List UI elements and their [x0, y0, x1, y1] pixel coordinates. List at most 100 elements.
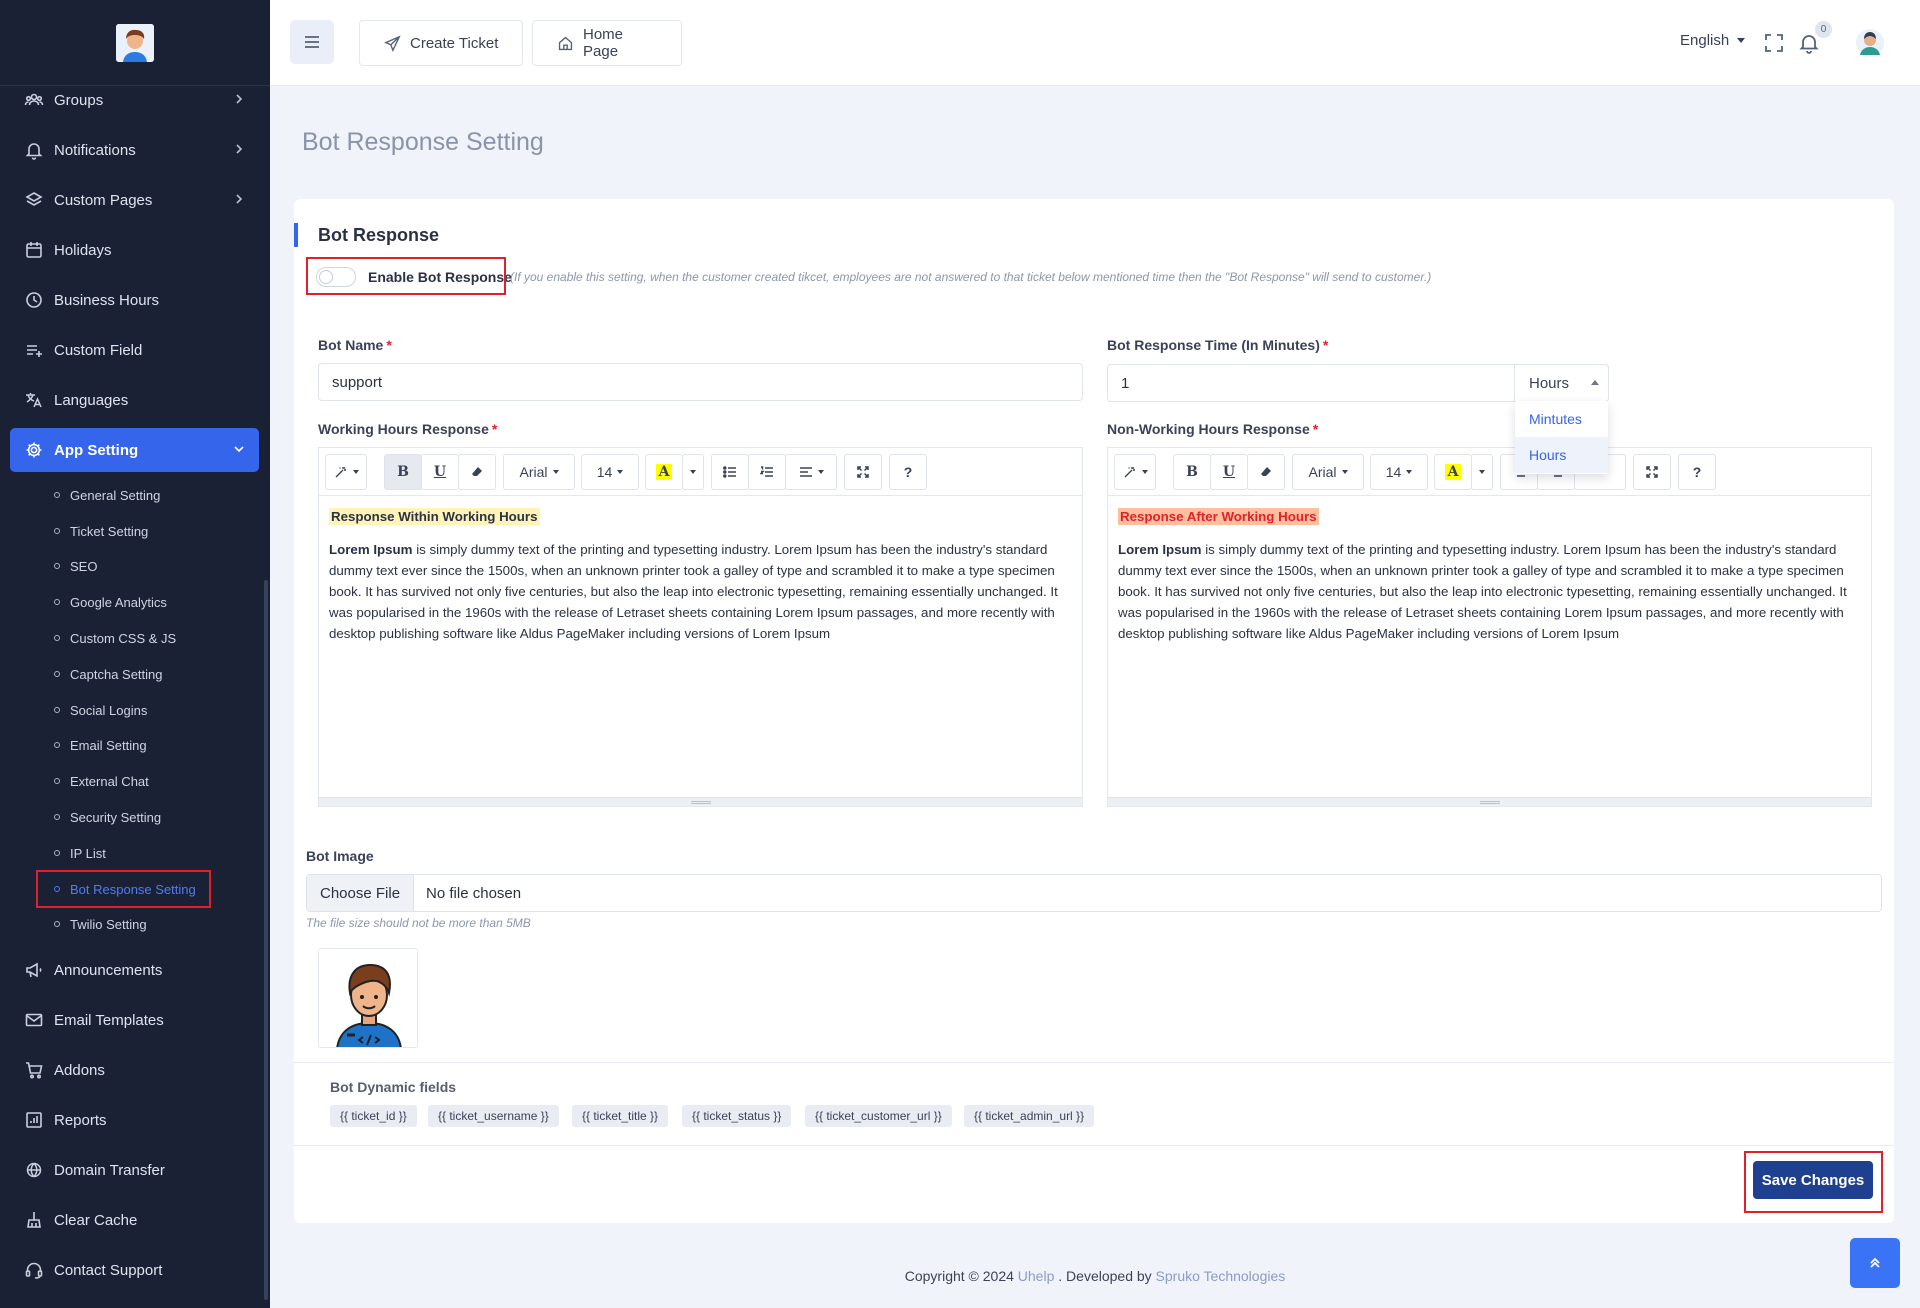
divider	[294, 1062, 1894, 1063]
bell-icon	[24, 140, 44, 160]
list-icon	[723, 465, 737, 479]
bold-button[interactable]: B	[1173, 454, 1211, 490]
sub-item-general-setting[interactable]: General Setting	[54, 482, 160, 508]
footer-company-link[interactable]: Spruko Technologies	[1156, 1268, 1286, 1284]
dynamic-field-chip[interactable]: {{ ticket_customer_url }}	[805, 1105, 952, 1127]
font-family-dropdown[interactable]: Arial	[1292, 454, 1364, 490]
font-size-dropdown[interactable]: 14	[581, 454, 639, 490]
dynamic-field-chip[interactable]: {{ ticket_id }}	[330, 1105, 417, 1127]
sidebar-item-announcements[interactable]: Announcements	[10, 948, 259, 992]
footer-text: . Developed by	[1054, 1268, 1156, 1284]
sidebar-item-custom-pages[interactable]: Custom Pages	[10, 178, 259, 222]
working-heading: Response Within Working Hours	[329, 508, 540, 525]
clear-format-button[interactable]	[458, 454, 496, 490]
sub-item-social-logins[interactable]: Social Logins	[54, 697, 147, 723]
sidebar-item-custom-field[interactable]: Custom Field	[10, 328, 259, 372]
dynamic-field-chip[interactable]: {{ ticket_username }}	[428, 1105, 559, 1127]
dropdown-option-hours[interactable]: Hours	[1515, 437, 1608, 473]
choose-file-button[interactable]: Choose File	[307, 875, 415, 911]
fullscreen-icon[interactable]	[1763, 32, 1785, 54]
editor-resize-handle[interactable]	[319, 797, 1082, 806]
dropdown-option-minutes[interactable]: Mintutes	[1515, 401, 1608, 437]
sidebar-logo[interactable]	[0, 0, 270, 86]
sidebar-item-groups[interactable]: Groups	[10, 78, 259, 122]
language-selector[interactable]: English	[1680, 32, 1746, 49]
sidebar-item-contact-support[interactable]: Contact Support	[10, 1248, 259, 1292]
response-time-input[interactable]: 1	[1107, 364, 1515, 402]
time-unit-select[interactable]: Hours	[1514, 364, 1609, 402]
gear-icon	[24, 440, 44, 460]
bullet-list-button[interactable]	[711, 454, 749, 490]
sidebar-item-label: Clear Cache	[54, 1211, 138, 1229]
create-ticket-button[interactable]: Create Ticket	[359, 20, 524, 66]
working-hours-editor[interactable]: B U Arial 14 A ? Response Within Working…	[318, 447, 1083, 807]
lorem-bold: Lorem Ipsum	[1118, 542, 1202, 557]
menu-toggle-button[interactable]	[290, 20, 334, 64]
dynamic-field-chip[interactable]: {{ ticket_status }}	[682, 1105, 792, 1127]
sidebar-item-app-setting[interactable]: App Setting	[10, 428, 259, 472]
help-button[interactable]: ?	[1678, 454, 1716, 490]
report-icon	[24, 1110, 44, 1130]
sidebar-item-label: Email Templates	[54, 1011, 164, 1029]
highlight-box	[306, 257, 506, 295]
sidebar-item-holidays[interactable]: Holidays	[10, 228, 259, 272]
font-family-dropdown[interactable]: Arial	[503, 454, 575, 490]
sub-item-google-analytics[interactable]: Google Analytics	[54, 589, 167, 615]
sub-item-ticket-setting[interactable]: Ticket Setting	[54, 518, 148, 544]
bot-name-input[interactable]: support	[318, 363, 1083, 401]
sub-item-external-chat[interactable]: External Chat	[54, 768, 149, 794]
sub-item-label: General Setting	[70, 487, 161, 503]
magic-style-button[interactable]	[1114, 454, 1156, 490]
non-working-hours-editor[interactable]: B U Arial 14 A ? Response After Working …	[1107, 447, 1872, 807]
dynamic-field-chip[interactable]: {{ ticket_title }}	[572, 1105, 669, 1127]
time-unit-value: Hours	[1529, 374, 1570, 392]
help-button[interactable]: ?	[889, 454, 927, 490]
underline-button[interactable]: U	[421, 454, 459, 490]
sidebar-item-domain-transfer[interactable]: Domain Transfer	[10, 1148, 259, 1192]
fullscreen-editor-button[interactable]	[844, 454, 882, 490]
sidebar-item-label: Announcements	[54, 961, 163, 979]
text-color-button[interactable]: A	[645, 454, 683, 490]
sidebar-scrollbar[interactable]	[264, 580, 268, 1300]
sidebar-item-email-templates[interactable]: Email Templates	[10, 998, 259, 1042]
sidebar-item-notifications[interactable]: Notifications	[10, 128, 259, 172]
home-page-button[interactable]: Home Page	[532, 20, 682, 66]
clear-format-button[interactable]	[1247, 454, 1285, 490]
font-size-dropdown[interactable]: 14	[1370, 454, 1428, 490]
dynamic-field-chip[interactable]: {{ ticket_admin_url }}	[964, 1105, 1095, 1127]
sidebar-item-reports[interactable]: Reports	[10, 1098, 259, 1142]
text-color-dropdown[interactable]	[682, 454, 704, 490]
editor-content[interactable]: Response Within Working Hours Lorem Ipsu…	[329, 506, 1074, 644]
sidebar-item-languages[interactable]: Languages	[10, 378, 259, 422]
sidebar-item-addons[interactable]: Addons	[10, 1048, 259, 1092]
bold-button[interactable]: B	[384, 454, 422, 490]
sub-item-seo[interactable]: SEO	[54, 553, 97, 579]
footer-brand-link[interactable]: Uhelp	[1018, 1268, 1055, 1284]
sub-item-security-setting[interactable]: Security Setting	[54, 804, 161, 830]
editor-content[interactable]: Response After Working Hours Lorem Ipsum…	[1118, 506, 1863, 644]
sub-item-custom-css-js[interactable]: Custom CSS & JS	[54, 625, 176, 651]
sub-item-captcha-setting[interactable]: Captcha Setting	[54, 661, 163, 687]
headset-icon	[24, 1260, 44, 1280]
bot-image-label: Bot Image	[306, 848, 374, 864]
ordered-list-button[interactable]	[748, 454, 786, 490]
sub-item-email-setting[interactable]: Email Setting	[54, 732, 147, 758]
grip-icon	[1479, 801, 1500, 804]
user-avatar[interactable]	[1855, 28, 1885, 58]
sidebar-item-clear-cache[interactable]: Clear Cache	[10, 1198, 259, 1242]
bot-image-file-input[interactable]: Choose File No file chosen	[306, 874, 1882, 912]
sub-item-ip-list[interactable]: IP List	[54, 840, 106, 866]
sidebar-item-business-hours[interactable]: Business Hours	[10, 278, 259, 322]
bot-image-preview	[318, 948, 418, 1048]
back-to-top-button[interactable]	[1850, 1238, 1900, 1288]
text-color-dropdown[interactable]	[1471, 454, 1493, 490]
fullscreen-editor-button[interactable]	[1633, 454, 1671, 490]
paragraph-align-dropdown[interactable]	[785, 454, 837, 490]
sidebar-item-label: Languages	[54, 391, 129, 409]
text-color-button[interactable]: A	[1434, 454, 1472, 490]
underline-button[interactable]: U	[1210, 454, 1248, 490]
sub-item-twilio-setting[interactable]: Twilio Setting	[54, 911, 147, 937]
magic-style-button[interactable]	[325, 454, 367, 490]
sidebar: Groups Notifications Custom Pages Holida…	[0, 0, 270, 1308]
editor-resize-handle[interactable]	[1108, 797, 1871, 806]
